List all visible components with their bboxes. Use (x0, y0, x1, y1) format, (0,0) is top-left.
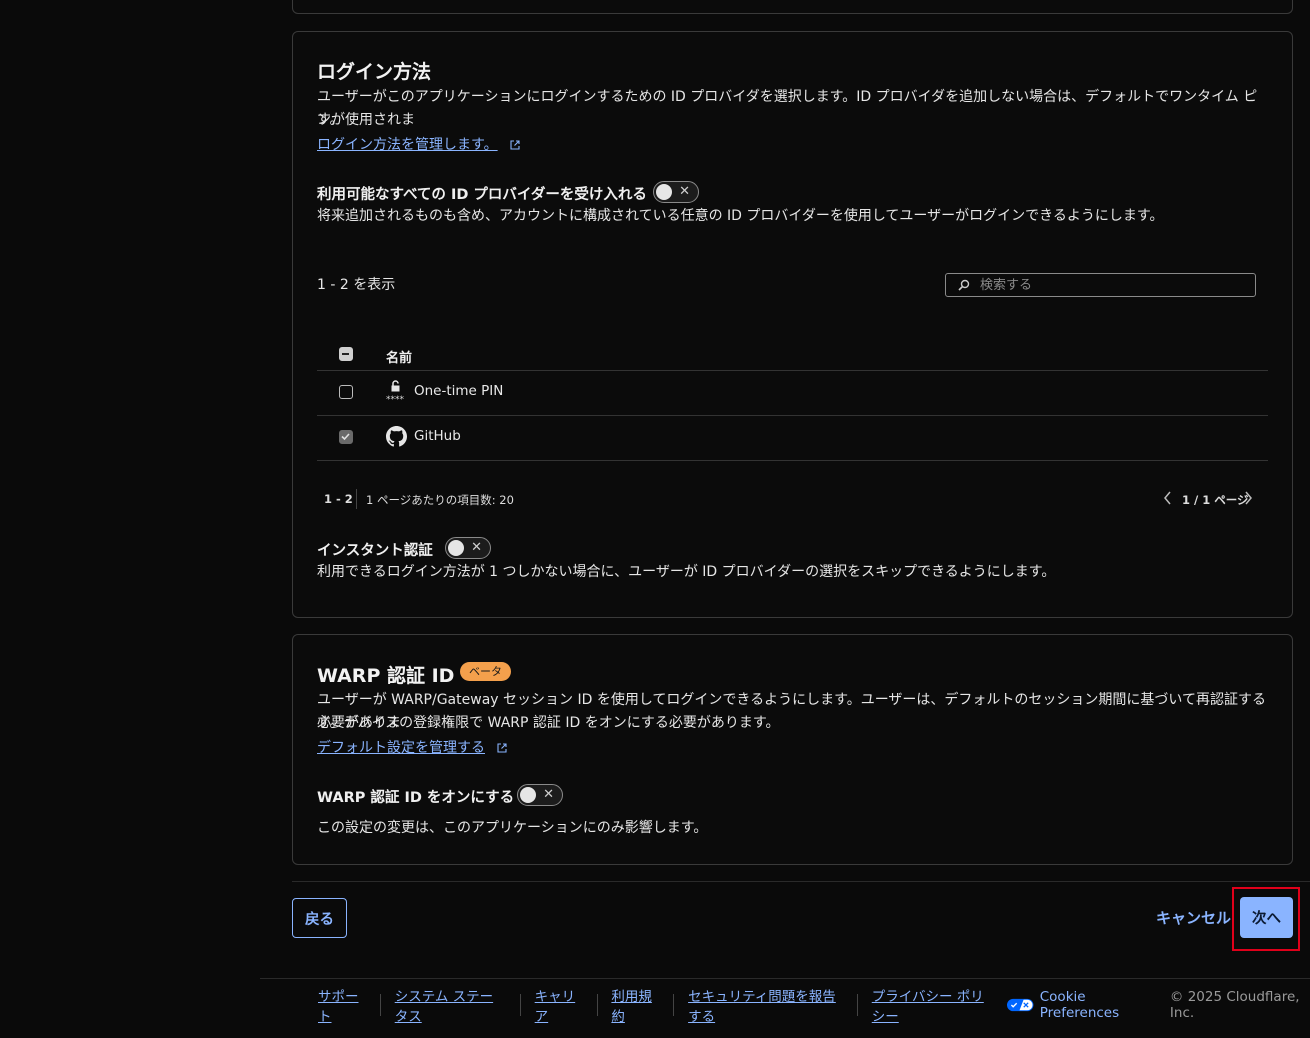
accept-all-label: 利用可能なすべての ID プロバイダーを受け入れる (317, 187, 647, 203)
beta-badge: ベータ (460, 662, 511, 681)
toggle-knob (656, 184, 672, 200)
row-name-github: GitHub (414, 428, 461, 444)
pager-per-page[interactable]: 1 ページあたりの項目数: 20 (366, 492, 514, 508)
column-header-name[interactable]: 名前 (386, 347, 412, 366)
github-icon (386, 426, 407, 451)
footer-separator (596, 994, 598, 1016)
privacy-choices-icon (1007, 998, 1034, 1012)
instant-auth-toggle[interactable]: ✕ (445, 537, 491, 559)
pager-next-icon[interactable] (1243, 491, 1253, 509)
warp-toggle-desc: この設定の変更は、このアプリケーションにのみ影響します。 (317, 820, 708, 836)
table-divider (317, 460, 1268, 461)
footer-separator (519, 994, 521, 1016)
search-input[interactable] (978, 276, 1242, 294)
pager-prev-icon[interactable] (1163, 491, 1173, 509)
pager-range: 1 - 2 (324, 492, 353, 506)
instant-auth-desc: 利用できるログイン方法が 1 つしかない場合に、ユーザーが ID プロバイダーの… (317, 564, 1056, 580)
footer-link-system-status[interactable]: システム ステータス (395, 985, 506, 1025)
footer-link-careers[interactable]: キャリア (535, 985, 583, 1025)
manage-login-methods-link-wrap: ログイン方法を管理します。 (317, 134, 520, 157)
previous-section-card (292, 0, 1293, 14)
warp-title: WARP 認証 ID (317, 665, 455, 687)
cookie-preferences[interactable]: Cookie Preferences (1007, 989, 1154, 1021)
table-divider (317, 415, 1268, 416)
warp-desc-2: す。デバイスの登録権限で WARP 認証 ID をオンにする必要があります。 (317, 715, 780, 731)
login-methods-desc-1: ユーザーがこのアプリケーションにログインするための ID プロバイダを選択します… (317, 89, 1258, 128)
table-divider (317, 370, 1268, 371)
row-checkbox-one-time-pin[interactable] (339, 385, 353, 399)
cancel-button[interactable]: キャンセル (1150, 898, 1237, 938)
pager-separator (356, 489, 357, 509)
warp-auth-toggle[interactable]: ✕ (517, 784, 563, 806)
footer-link-report-security[interactable]: セキュリティ問題を報告する (688, 985, 843, 1025)
search-icon (958, 279, 970, 291)
warp-manage-link-wrap: デフォルト設定を管理する (317, 737, 508, 760)
instant-auth-label: インスタント認証 (317, 543, 433, 559)
accept-all-toggle[interactable]: ✕ (653, 181, 699, 203)
toggle-off-icon: ✕ (543, 787, 554, 802)
next-button-highlight (1232, 887, 1300, 951)
toggle-knob (448, 540, 464, 556)
warp-toggle-label: WARP 認証 ID をオンにする (317, 790, 515, 806)
toggle-off-icon: ✕ (471, 540, 482, 555)
lock-icon-stars: **** (386, 395, 404, 405)
login-methods-desc-2: す。 (317, 112, 344, 128)
external-link-icon (510, 140, 520, 150)
toggle-off-icon: ✕ (679, 184, 690, 199)
footer-separator (673, 994, 675, 1016)
toggle-knob (520, 787, 536, 803)
footer-divider (260, 978, 1310, 979)
external-link-icon (497, 743, 508, 753)
footer-separator (379, 994, 381, 1016)
login-methods-title: ログイン方法 (317, 61, 432, 83)
copyright: © 2025 Cloudflare, Inc. (1169, 989, 1300, 1021)
row-checkbox-github[interactable] (339, 430, 353, 444)
footer-link-support[interactable]: サポート (318, 985, 366, 1025)
footer: サポート システム ステータス キャリア 利用規約 セキュリティ問題を報告する … (318, 989, 1310, 1025)
manage-login-methods-link[interactable]: ログイン方法を管理します。 (317, 137, 498, 153)
footer-link-terms[interactable]: 利用規約 (611, 985, 659, 1025)
cookie-preferences-label: Cookie Preferences (1039, 989, 1120, 1021)
select-all-checkbox[interactable] (339, 347, 353, 361)
accept-all-desc: 将来追加されるものも含め、アカウントに構成されている任意の ID プロバイダーを… (317, 208, 1164, 224)
pager-page: 1 / 1 ページ (1182, 493, 1249, 507)
manage-default-settings-link[interactable]: デフォルト設定を管理する (317, 740, 485, 756)
row-name-one-time-pin: One-time PIN (414, 383, 504, 399)
lock-icon: **** (386, 380, 406, 406)
footer-separator (856, 994, 858, 1016)
search-box[interactable] (945, 273, 1256, 297)
action-divider (292, 881, 1310, 882)
back-button[interactable]: 戻る (292, 898, 347, 938)
showing-count: 1 - 2 を表示 (317, 277, 396, 293)
footer-link-privacy[interactable]: プライバシー ポリシー (872, 985, 995, 1025)
